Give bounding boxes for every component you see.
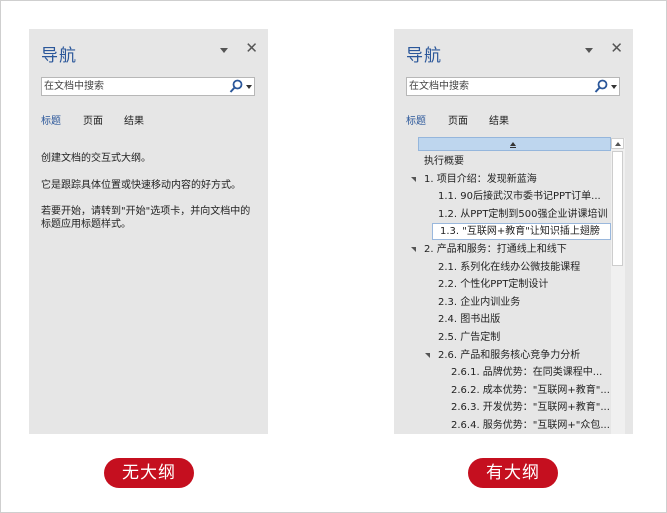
outline-item[interactable]: 2.4. 图书出版 [394, 311, 611, 328]
scroll-up-button[interactable] [611, 138, 624, 149]
empty-outline-text-2: 它是跟踪具体位置或快速移动内容的好方式。 [41, 180, 241, 191]
pane-title: 导航 [406, 46, 442, 66]
tab-results[interactable]: 结果 [489, 112, 509, 127]
outline-item-label: 2.4. 图书出版 [438, 314, 501, 325]
outline-item[interactable]: 1.2. 从PPT定制到500强企业讲课培训 [394, 206, 611, 223]
tab-pages[interactable]: 页面 [83, 112, 103, 127]
outline-item[interactable]: 执行概要 [394, 153, 611, 170]
outline-item[interactable]: 2.2. 个性化PPT定制设计 [394, 276, 611, 293]
navigation-pane-with-outline: 导航 ✕ 标题 页面 结果 执行概要1. 项目介绍：发现新蓝海1 [394, 29, 633, 434]
outline-item-label: 2.2. 个性化PPT定制设计 [438, 279, 549, 290]
search-icon[interactable] [594, 79, 608, 94]
outline-item-label: 2.6.1. 品牌优势：在同类课程中... [451, 367, 603, 378]
search-options-chevron-down-icon[interactable] [246, 85, 252, 89]
tab-pages[interactable]: 页面 [448, 112, 468, 127]
chevron-up-icon [615, 142, 621, 146]
figure-frame: 导航 ✕ 标题 页面 结果 创建文档的交互式大纲。 它是跟踪具体位置或快速移动内… [0, 0, 667, 513]
pane-options-chevron-down-icon[interactable] [585, 48, 593, 53]
outline-item-label: 1.2. 从PPT定制到500强企业讲课培训 [438, 209, 608, 220]
close-icon[interactable]: ✕ [245, 40, 258, 56]
outline-item-label: 1. 项目介绍：发现新蓝海 [424, 174, 537, 185]
outline-item-label: 2.3. 企业内训业务 [438, 297, 521, 308]
go-to-top-button[interactable] [418, 137, 611, 151]
outline-item-selected[interactable]: 1.3. "互联网+教育"让知识插上翅膀 [432, 223, 611, 240]
outline-item[interactable]: 2.6.4. 服务优势："互联网+"众包... [394, 417, 611, 434]
outline-item-label: 2.6.2. 成本优势："互联网+教育"... [451, 385, 610, 396]
outline-item-label: 2.1. 系列化在线办公微技能课程 [438, 262, 581, 273]
expand-collapse-icon[interactable] [411, 247, 416, 252]
search-box [406, 77, 620, 96]
empty-outline-text-1: 创建文档的交互式大纲。 [41, 153, 151, 164]
outline-item[interactable]: 1. 项目介绍：发现新蓝海 [394, 171, 611, 188]
outline-item-label: 2.5. 广告定制 [438, 332, 501, 343]
pane-options-chevron-down-icon[interactable] [220, 48, 228, 53]
outline-item[interactable]: 1.1. 90后接武汉市委书记PPT订单... [394, 188, 611, 205]
search-icon[interactable] [229, 79, 243, 94]
scrollbar[interactable] [611, 138, 625, 434]
outline-item-label: 执行概要 [424, 156, 464, 167]
outline-item[interactable]: 2.6.3. 开发优势："互联网+教育"... [394, 399, 611, 416]
navigation-pane-no-outline: 导航 ✕ 标题 页面 结果 创建文档的交互式大纲。 它是跟踪具体位置或快速移动内… [29, 29, 268, 434]
outline-item[interactable]: 2.6.2. 成本优势："互联网+教育"... [394, 382, 611, 399]
tab-headings[interactable]: 标题 [41, 112, 61, 127]
search-options-chevron-down-icon[interactable] [611, 85, 617, 89]
outline-item[interactable]: 2.1. 系列化在线办公微技能课程 [394, 259, 611, 276]
search-input[interactable] [42, 78, 224, 95]
outline-item-label: 2. 产品和服务：打通线上和线下 [424, 244, 567, 255]
top-bar-icon [510, 147, 516, 148]
close-icon[interactable]: ✕ [610, 40, 623, 56]
pane-title: 导航 [41, 46, 77, 66]
empty-outline-text-3: 若要开始，请转到"开始"选项卡，并向文档中的标题应用标题样式。 [41, 206, 251, 230]
outline-item[interactable]: 2. 产品和服务：打通线上和线下 [394, 241, 611, 258]
expand-collapse-icon[interactable] [425, 353, 430, 358]
collapse-up-icon [510, 142, 516, 146]
tab-results[interactable]: 结果 [124, 112, 144, 127]
outline-item[interactable]: 2.6. 产品和服务核心竞争力分析 [394, 347, 611, 364]
outline-item[interactable]: 2.6.1. 品牌优势：在同类课程中... [394, 364, 611, 381]
outline-item-label: 2.6.4. 服务优势："互联网+"众包... [451, 420, 610, 431]
search-box [41, 77, 255, 96]
outline-item-label: 2.6. 产品和服务核心竞争力分析 [438, 350, 581, 361]
expand-collapse-icon[interactable] [411, 177, 416, 182]
tab-headings[interactable]: 标题 [406, 112, 426, 127]
search-input[interactable] [407, 78, 589, 95]
caption-no-outline: 无大纲 [104, 458, 194, 488]
caption-with-outline: 有大纲 [468, 458, 558, 488]
scrollbar-thumb[interactable] [612, 151, 623, 266]
outline-item-label: 1.3. "互联网+教育"让知识插上翅膀 [440, 226, 600, 237]
outline-item[interactable]: 2.3. 企业内训业务 [394, 294, 611, 311]
outline-item[interactable]: 2.5. 广告定制 [394, 329, 611, 346]
outline-item-label: 1.1. 90后接武汉市委书记PPT订单... [438, 191, 601, 202]
outline-tree: 执行概要 1. 项目介绍：发现新蓝海 1.1. 90后接武汉市委书记PPT订单...… [394, 137, 633, 434]
outline-item-label: 2.6.3. 开发优势："互联网+教育"... [451, 402, 610, 413]
